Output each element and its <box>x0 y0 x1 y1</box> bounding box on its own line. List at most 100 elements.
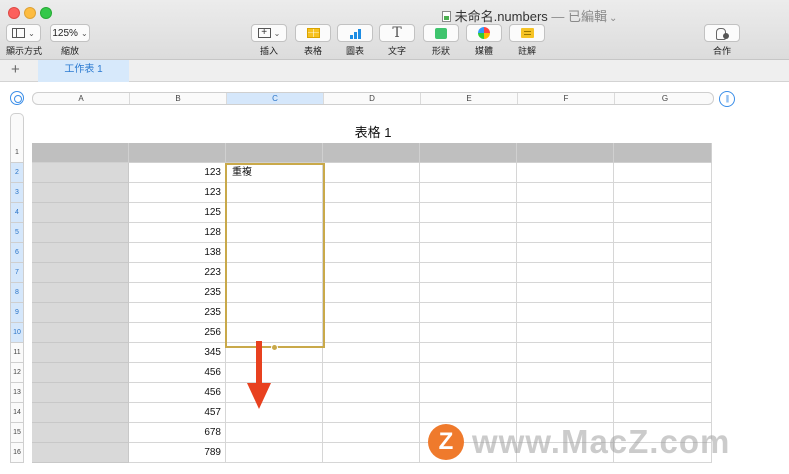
row-header[interactable]: 6 <box>10 243 24 263</box>
table-cell[interactable] <box>32 443 129 463</box>
table-cell[interactable] <box>226 383 323 403</box>
table-cell[interactable] <box>517 223 614 243</box>
column-resize-handle[interactable]: || <box>719 91 735 107</box>
table-cell[interactable]: 345 <box>129 343 226 363</box>
row-header[interactable]: 2 <box>10 163 24 183</box>
row-header[interactable]: 13 <box>10 383 24 403</box>
row-header[interactable]: 3 <box>10 183 24 203</box>
table-cell[interactable]: 223 <box>129 263 226 283</box>
column-header-e[interactable]: E <box>421 93 518 104</box>
table-cell[interactable] <box>226 443 323 463</box>
table-cell[interactable] <box>614 403 712 423</box>
table-cell[interactable] <box>517 243 614 263</box>
table-cell[interactable] <box>323 243 420 263</box>
table-cell[interactable]: 456 <box>129 363 226 383</box>
table-cell[interactable] <box>614 383 712 403</box>
table-cell[interactable] <box>420 203 517 223</box>
insert-button[interactable]: + ⌄ <box>251 24 287 42</box>
table-cell[interactable] <box>226 143 323 163</box>
row-header[interactable]: 14 <box>10 403 24 423</box>
table-cell[interactable] <box>323 403 420 423</box>
table-cell[interactable] <box>420 183 517 203</box>
table-cell[interactable] <box>420 403 517 423</box>
column-header-b[interactable]: B <box>130 93 227 104</box>
table-cell[interactable] <box>226 363 323 383</box>
table-cell[interactable] <box>32 343 129 363</box>
table-cell[interactable] <box>226 283 323 303</box>
table-cell[interactable] <box>614 303 712 323</box>
table-cell[interactable] <box>323 143 420 163</box>
table-cell[interactable]: 125 <box>129 203 226 223</box>
row-header[interactable]: 5 <box>10 223 24 243</box>
row-header[interactable]: 15 <box>10 423 24 443</box>
table-cell[interactable] <box>32 423 129 443</box>
table-cell[interactable]: 128 <box>129 223 226 243</box>
column-header-f[interactable]: F <box>518 93 615 104</box>
table-title[interactable]: 表格 1 <box>32 122 714 141</box>
table-cell[interactable] <box>323 183 420 203</box>
table-cell[interactable] <box>614 283 712 303</box>
table-cell[interactable] <box>226 323 323 343</box>
table-cell[interactable] <box>420 363 517 383</box>
table-cell[interactable] <box>517 303 614 323</box>
table-cell[interactable] <box>32 143 129 163</box>
table-cell[interactable] <box>614 363 712 383</box>
table-cell[interactable] <box>32 363 129 383</box>
table-cell[interactable] <box>420 283 517 303</box>
table-cell[interactable] <box>32 323 129 343</box>
table-cell[interactable] <box>323 203 420 223</box>
table-cell[interactable] <box>226 223 323 243</box>
table-cell[interactable] <box>323 343 420 363</box>
add-sheet-button[interactable]: + <box>11 61 20 78</box>
table-cell[interactable] <box>32 383 129 403</box>
table-cell[interactable] <box>323 423 420 443</box>
table-cell[interactable] <box>32 203 129 223</box>
table-cell[interactable] <box>517 403 614 423</box>
table-cell[interactable] <box>420 323 517 343</box>
table-cell[interactable] <box>226 423 323 443</box>
table-cell[interactable] <box>614 143 712 163</box>
table-cell[interactable] <box>226 403 323 423</box>
table-cell[interactable] <box>323 303 420 323</box>
table-cell[interactable] <box>614 243 712 263</box>
select-table-handle[interactable] <box>10 91 24 105</box>
table-cell[interactable] <box>32 223 129 243</box>
column-header-c[interactable]: C <box>227 93 324 104</box>
table-cell[interactable] <box>517 343 614 363</box>
table-cell[interactable] <box>614 323 712 343</box>
table-cell[interactable] <box>614 163 712 183</box>
table-cell[interactable] <box>323 443 420 463</box>
window-title[interactable]: 未命名.numbers — 已編輯 ⌄ <box>0 6 789 25</box>
table-cell[interactable] <box>420 263 517 283</box>
row-header[interactable]: 8 <box>10 283 24 303</box>
table-cell[interactable] <box>517 263 614 283</box>
table-cell[interactable] <box>614 263 712 283</box>
table-cell[interactable] <box>517 163 614 183</box>
table-cell[interactable]: 123 <box>129 163 226 183</box>
table-cell[interactable] <box>32 403 129 423</box>
column-header-d[interactable]: D <box>324 93 421 104</box>
table-cell[interactable]: 256 <box>129 323 226 343</box>
table-cell[interactable]: 457 <box>129 403 226 423</box>
table-cell[interactable] <box>226 243 323 263</box>
row-header[interactable]: 10 <box>10 323 24 343</box>
table-cell[interactable] <box>226 303 323 323</box>
table-cell[interactable] <box>614 223 712 243</box>
zoom-menu-button[interactable]: 125% ⌄ <box>50 24 90 42</box>
table-cell[interactable] <box>614 183 712 203</box>
table-cell[interactable]: 789 <box>129 443 226 463</box>
row-header[interactable]: 16 <box>10 443 24 463</box>
table-cell[interactable]: 678 <box>129 423 226 443</box>
table-cell[interactable] <box>32 263 129 283</box>
table-cell[interactable] <box>226 263 323 283</box>
table-cell[interactable] <box>420 163 517 183</box>
table-cell[interactable] <box>323 223 420 243</box>
table-cell[interactable] <box>420 303 517 323</box>
table-cell[interactable]: 235 <box>129 283 226 303</box>
table-cell[interactable] <box>614 343 712 363</box>
table-cell[interactable] <box>614 203 712 223</box>
row-header[interactable]: 11 <box>10 343 24 363</box>
table-button[interactable] <box>295 24 331 42</box>
table-cell[interactable] <box>517 183 614 203</box>
table-cell[interactable] <box>323 323 420 343</box>
